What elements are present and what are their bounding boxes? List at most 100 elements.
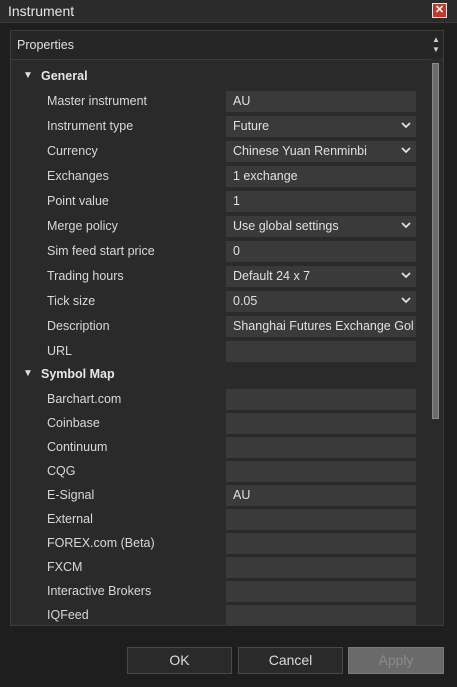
property-row: Sim feed start price 0 bbox=[11, 239, 429, 263]
property-input[interactable] bbox=[226, 581, 416, 602]
property-dropdown[interactable]: Use global settings bbox=[226, 216, 416, 237]
property-input[interactable] bbox=[226, 509, 416, 530]
property-label: Merge policy bbox=[47, 219, 118, 233]
property-input[interactable] bbox=[226, 413, 416, 434]
properties-spinner[interactable]: ▲ ▼ bbox=[432, 35, 441, 55]
property-input[interactable]: 1 exchange bbox=[226, 166, 416, 187]
property-row: FXCM bbox=[11, 555, 429, 579]
property-label: CQG bbox=[47, 464, 76, 478]
property-row: Interactive Brokers bbox=[11, 579, 429, 603]
property-dropdown[interactable]: Chinese Yuan Renminbi bbox=[226, 141, 416, 162]
section-general[interactable]: ▼ General bbox=[11, 65, 429, 87]
close-button[interactable]: ✕ bbox=[432, 3, 447, 18]
property-input[interactable] bbox=[226, 533, 416, 554]
scrollbar[interactable] bbox=[431, 59, 441, 625]
property-row: Description Shanghai Futures Exchange Gol bbox=[11, 314, 429, 338]
close-icon: ✕ bbox=[434, 4, 445, 16]
property-dropdown[interactable]: Default 24 x 7 bbox=[226, 266, 416, 287]
properties-panel: Properties ▲ ▼ ▼ General Master instrument… bbox=[10, 30, 444, 626]
section-symbol-map[interactable]: ▼ Symbol Map bbox=[11, 363, 429, 385]
property-input[interactable]: AU bbox=[226, 485, 416, 506]
property-value: Default 24 x 7 bbox=[233, 269, 311, 283]
title-bar: Instrument ✕ bbox=[0, 0, 457, 23]
property-label: FXCM bbox=[47, 560, 83, 574]
property-label: Exchanges bbox=[47, 169, 109, 183]
property-row: Continuum bbox=[11, 435, 429, 459]
property-input[interactable]: 1 bbox=[226, 191, 416, 212]
property-label: E-Signal bbox=[47, 488, 95, 502]
property-value: Future bbox=[233, 119, 270, 133]
property-label: Description bbox=[47, 319, 110, 333]
property-row: IQFeed bbox=[11, 603, 429, 627]
property-label: Instrument type bbox=[47, 119, 134, 133]
property-label: Trading hours bbox=[47, 269, 124, 283]
chevron-down-icon[interactable] bbox=[400, 144, 412, 156]
property-input[interactable]: 0 bbox=[226, 241, 416, 262]
property-label: Sim feed start price bbox=[47, 244, 155, 258]
property-row: URL bbox=[11, 339, 429, 363]
property-dropdown[interactable]: 0.05 bbox=[226, 291, 416, 312]
property-label: Interactive Brokers bbox=[47, 584, 152, 598]
property-row: CQG bbox=[11, 459, 429, 483]
property-value: Use global settings bbox=[233, 219, 339, 233]
property-value: Chinese Yuan Renminbi bbox=[233, 144, 367, 158]
chevron-down-icon[interactable] bbox=[400, 119, 412, 131]
spin-up-icon[interactable]: ▲ bbox=[432, 35, 441, 45]
chevron-down-icon[interactable] bbox=[400, 294, 412, 306]
property-input[interactable] bbox=[226, 461, 416, 482]
property-row: External bbox=[11, 507, 429, 531]
property-row: E-Signal AU bbox=[11, 483, 429, 507]
properties-header: Properties ▲ ▼ bbox=[11, 31, 443, 60]
property-row: Point value 1 bbox=[11, 189, 429, 213]
property-input[interactable] bbox=[226, 557, 416, 578]
property-label: Currency bbox=[47, 144, 98, 158]
property-label: Point value bbox=[47, 194, 109, 208]
collapse-caret-icon[interactable]: ▼ bbox=[23, 70, 33, 81]
property-input[interactable] bbox=[226, 341, 416, 362]
property-label: Master instrument bbox=[47, 94, 148, 108]
property-row: Trading hours Default 24 x 7 bbox=[11, 264, 429, 288]
property-value: Shanghai Futures Exchange Gol bbox=[233, 319, 414, 333]
property-label: Coinbase bbox=[47, 416, 100, 430]
section-label: Symbol Map bbox=[41, 367, 115, 381]
property-row: FOREX.com (Beta) bbox=[11, 531, 429, 555]
property-label: Continuum bbox=[47, 440, 108, 454]
property-value: 0 bbox=[233, 244, 240, 258]
properties-title: Properties bbox=[17, 38, 74, 52]
property-label: URL bbox=[47, 344, 73, 358]
section-label: General bbox=[41, 69, 88, 83]
property-input[interactable]: Shanghai Futures Exchange Gol bbox=[226, 316, 416, 337]
property-label: Barchart.com bbox=[47, 392, 122, 406]
ok-button[interactable]: OK bbox=[127, 647, 232, 674]
property-row: Master instrument AU bbox=[11, 89, 429, 113]
property-row: Tick size 0.05 bbox=[11, 289, 429, 313]
window-title: Instrument bbox=[8, 3, 75, 19]
property-input[interactable] bbox=[226, 389, 416, 410]
property-value: AU bbox=[233, 94, 251, 108]
property-value: 1 exchange bbox=[233, 169, 298, 183]
property-row: Currency Chinese Yuan Renminbi bbox=[11, 139, 429, 163]
property-row: Coinbase bbox=[11, 411, 429, 435]
property-input[interactable] bbox=[226, 605, 416, 626]
property-input[interactable]: AU bbox=[226, 91, 416, 112]
property-row: Merge policy Use global settings bbox=[11, 214, 429, 238]
property-value: 0.05 bbox=[233, 294, 258, 308]
property-label: FOREX.com (Beta) bbox=[47, 536, 155, 550]
cancel-button[interactable]: Cancel bbox=[238, 647, 343, 674]
property-label: Tick size bbox=[47, 294, 96, 308]
property-value: 1 bbox=[233, 194, 240, 208]
property-row: Instrument type Future bbox=[11, 114, 429, 138]
spin-down-icon[interactable]: ▼ bbox=[432, 45, 441, 55]
scrollbar-thumb[interactable] bbox=[432, 63, 439, 419]
chevron-down-icon[interactable] bbox=[400, 219, 412, 231]
property-row: Exchanges 1 exchange bbox=[11, 164, 429, 188]
property-label: External bbox=[47, 512, 93, 526]
collapse-caret-icon[interactable]: ▼ bbox=[23, 368, 33, 379]
property-label: IQFeed bbox=[47, 608, 89, 622]
property-value: AU bbox=[233, 488, 251, 502]
property-row: Barchart.com bbox=[11, 387, 429, 411]
property-input[interactable] bbox=[226, 437, 416, 458]
chevron-down-icon[interactable] bbox=[400, 269, 412, 281]
apply-button: Apply bbox=[348, 647, 444, 674]
property-dropdown[interactable]: Future bbox=[226, 116, 416, 137]
